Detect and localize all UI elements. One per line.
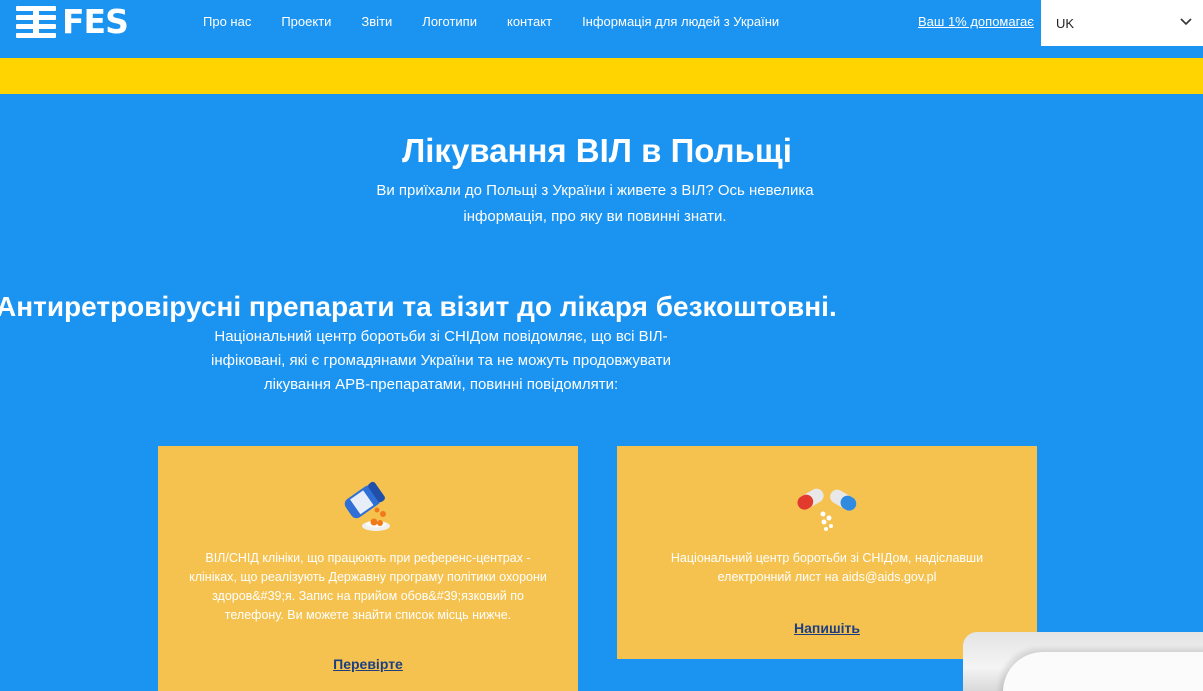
nav-item-logos[interactable]: Логотипи: [422, 14, 477, 29]
capsules-icon: [797, 488, 857, 531]
nav-item-ukraine-info[interactable]: Інформація для людей з України: [582, 14, 779, 29]
card-text-clinics: ВІЛ/СНІД клініки, що працюють при рефере…: [189, 551, 547, 622]
section-title: Антиретровірусні препарати та візит до л…: [0, 291, 837, 322]
chevron-down-icon: [1180, 18, 1192, 26]
nav-item-reports[interactable]: Звіти: [361, 14, 392, 29]
site-header: FES Про нас Проекти Звіти Логотипи конта…: [0, 0, 1203, 46]
fes-logo[interactable]: FES: [16, 2, 129, 41]
nav-item-about[interactable]: Про нас: [203, 14, 251, 29]
language-select[interactable]: UK: [1041, 0, 1203, 46]
page-subtitle: Ви приїхали до Польщі з України і живете…: [376, 182, 814, 225]
section-text: Національний центр боротьби зі СНІДом по…: [211, 328, 671, 393]
nav-item-projects[interactable]: Проекти: [281, 14, 331, 29]
info-card-email: Національний центр боротьби зі СНІДом, н…: [617, 446, 1037, 659]
check-link[interactable]: Перевірте: [158, 656, 578, 672]
fes-logo-icon: [16, 6, 56, 38]
nav-item-contact[interactable]: контакт: [507, 14, 552, 29]
card-text-email: Національний центр боротьби зі СНІДом, н…: [670, 551, 984, 584]
main-nav: Про нас Проекти Звіти Логотипи контакт І…: [203, 14, 809, 29]
language-selected: UK: [1056, 16, 1075, 31]
page-title: Лікування ВІЛ в Польщі: [402, 132, 792, 169]
info-card-clinics: ВІЛ/СНІД клініки, що працюють при рефере…: [158, 446, 578, 691]
pill-bottle-icon: [344, 481, 390, 531]
decorative-photo: [963, 632, 1203, 691]
support-link[interactable]: Ваш 1% допомагає: [918, 14, 1034, 29]
logo-text: FES: [62, 2, 129, 41]
yellow-banner: [0, 58, 1203, 94]
